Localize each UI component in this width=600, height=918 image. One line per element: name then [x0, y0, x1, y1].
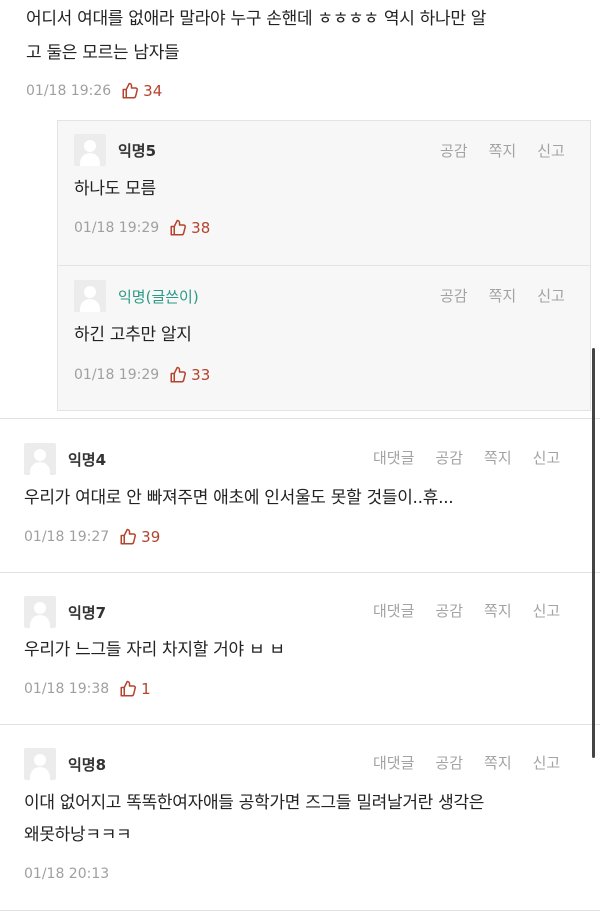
reply-text: 하긴 고추만 알지 [74, 325, 192, 345]
comment-meta: 01/18 19:38 1 [24, 680, 151, 698]
like-count: 33 [191, 366, 211, 384]
comment-meta: 01/18 20:13 [24, 866, 109, 882]
top-comment-meta: 01/18 19:26 34 [26, 82, 162, 100]
message-button[interactable]: 쪽지 [484, 752, 512, 773]
default-avatar-icon [24, 748, 56, 780]
author-name: 익명8 [68, 755, 107, 774]
comment-meta: 01/18 19:27 39 [24, 528, 160, 546]
message-button[interactable]: 쪽지 [484, 447, 512, 468]
like-count: 39 [141, 528, 161, 546]
divider [0, 418, 600, 419]
comment-text-line2: 왜못하낭ㅋㅋㅋ [24, 825, 132, 845]
comment-actions: 대댓글 공감 쪽지 신고 [352, 752, 560, 773]
empathy-button[interactable]: 공감 [435, 600, 463, 621]
default-avatar-icon [24, 443, 56, 475]
report-button[interactable]: 신고 [533, 600, 561, 621]
timestamp: 01/18 20:13 [24, 866, 110, 882]
divider [0, 910, 600, 911]
timestamp: 01/18 19:29 [74, 367, 160, 383]
comment-author: 익명4 [24, 443, 106, 475]
scrollbar[interactable] [592, 348, 595, 758]
thumbs-up-icon [122, 82, 139, 99]
author-name: 익명7 [68, 603, 107, 622]
reply-author: 익명5 [74, 134, 156, 166]
reply-author-op: 익명(글쓴이) [74, 280, 199, 312]
default-avatar-icon [74, 280, 106, 312]
thumbs-up-icon [170, 366, 187, 383]
like-button[interactable]: 1 [119, 680, 151, 698]
empathy-button[interactable]: 공감 [435, 752, 463, 773]
timestamp: 01/18 19:26 [26, 83, 112, 99]
timestamp: 01/18 19:29 [74, 220, 160, 236]
like-count: 1 [141, 680, 151, 698]
comment-author: 익명8 [24, 748, 106, 780]
like-button[interactable]: 34 [121, 82, 162, 100]
default-avatar-icon [74, 134, 106, 166]
thumbs-up-icon [120, 680, 137, 697]
comment-actions: 대댓글 공감 쪽지 신고 [352, 600, 560, 621]
like-count: 38 [191, 219, 211, 237]
reply-text: 하나도 모름 [74, 179, 156, 199]
reply-meta: 01/18 19:29 38 [74, 219, 210, 237]
reply-button[interactable]: 대댓글 [373, 447, 414, 468]
comment-text-line1: 이대 없어지고 똑똑한여자애들 공학가면 즈그들 밀려날거란 생각은 [24, 793, 485, 813]
comment-text: 우리가 여대로 안 빠져주면 애초에 인서울도 못할 것들이..휴... [24, 488, 454, 508]
like-button[interactable]: 33 [169, 366, 210, 384]
report-button[interactable]: 신고 [533, 447, 561, 468]
author-name: 익명4 [68, 450, 107, 469]
message-button[interactable]: 쪽지 [484, 600, 512, 621]
comment-author: 익명7 [24, 596, 106, 628]
reply-meta: 01/18 19:29 33 [74, 366, 210, 384]
like-count: 34 [143, 82, 163, 100]
message-button[interactable]: 쪽지 [489, 140, 517, 161]
report-button[interactable]: 신고 [533, 752, 561, 773]
reply-button[interactable]: 대댓글 [373, 752, 414, 773]
report-button[interactable]: 신고 [537, 140, 565, 161]
empathy-button[interactable]: 공감 [440, 140, 468, 161]
thumbs-up-icon [120, 528, 137, 545]
top-comment-text-line2: 고 둘은 모르는 남자들 [26, 43, 180, 63]
divider [0, 724, 600, 725]
reply-actions: 공감 쪽지 신고 [419, 285, 565, 306]
timestamp: 01/18 19:27 [24, 529, 110, 545]
timestamp: 01/18 19:38 [24, 681, 110, 697]
divider [0, 572, 600, 573]
author-name: 익명(글쓴이) [118, 287, 199, 306]
like-button[interactable]: 39 [119, 528, 160, 546]
comment-text: 우리가 느그들 자리 차지할 거야 ㅂ ㅂ [24, 640, 285, 660]
top-comment-text-line1: 어디서 여대를 없애라 말라야 누구 손핸데 ㅎㅎㅎㅎ 역시 하나만 알 [26, 9, 487, 29]
default-avatar-icon [24, 596, 56, 628]
message-button[interactable]: 쪽지 [489, 285, 517, 306]
author-name: 익명5 [118, 141, 157, 160]
comment-actions: 대댓글 공감 쪽지 신고 [352, 447, 560, 468]
report-button[interactable]: 신고 [537, 285, 565, 306]
like-button[interactable]: 38 [169, 219, 210, 237]
empathy-button[interactable]: 공감 [435, 447, 463, 468]
reply-button[interactable]: 대댓글 [373, 600, 414, 621]
empathy-button[interactable]: 공감 [440, 285, 468, 306]
reply-actions: 공감 쪽지 신고 [419, 140, 565, 161]
thumbs-up-icon [170, 219, 187, 236]
